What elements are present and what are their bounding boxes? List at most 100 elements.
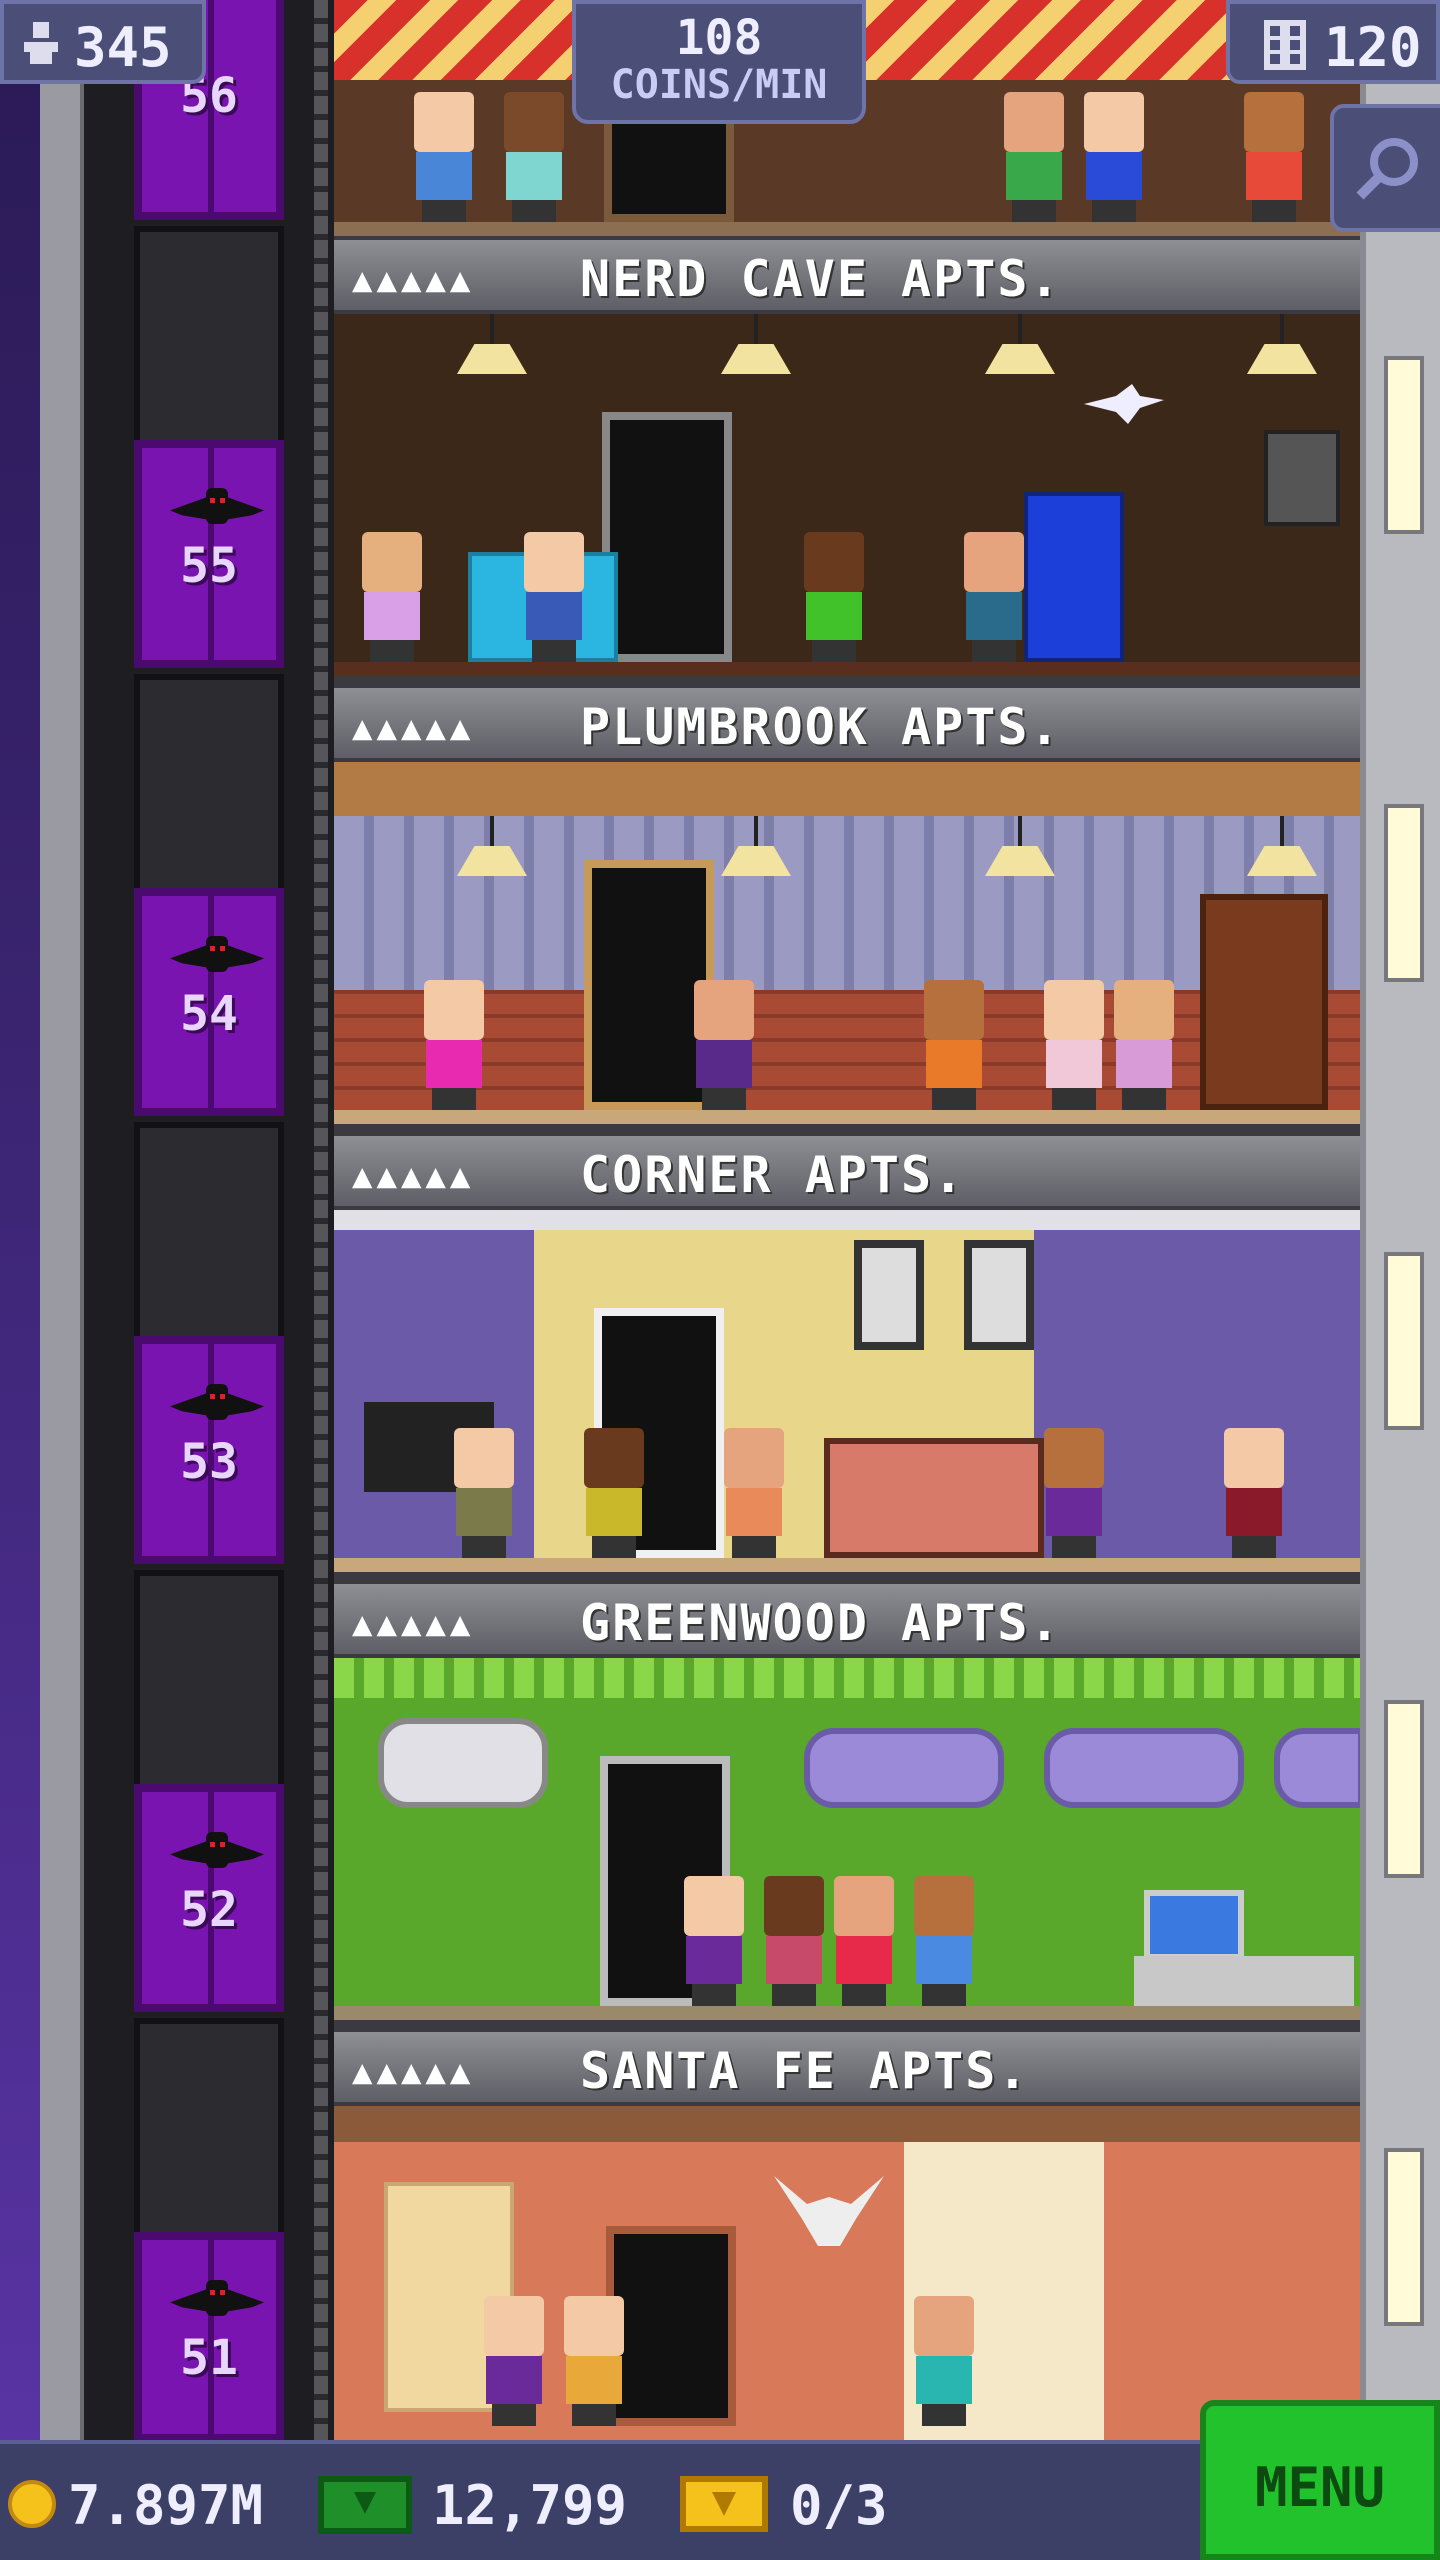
floor-name: CORNER APTS. [580, 1146, 966, 1204]
bat-icon [170, 488, 264, 532]
floor-nerd-cave[interactable]: ▲▲▲▲▲ NERD CAVE APTS. [334, 240, 1360, 688]
elevator-floor-number: 52 [180, 1882, 238, 1938]
bitizen[interactable] [444, 1428, 524, 1558]
bitizen[interactable] [904, 1876, 984, 2006]
elevator-car-54[interactable]: 54 [134, 888, 284, 1116]
tower-window [1384, 1252, 1424, 1430]
floor-plumbrook[interactable]: ▲▲▲▲▲ PLUMBROOK APTS. [334, 688, 1360, 1136]
space-background [0, 0, 40, 2560]
bitizen[interactable] [794, 532, 874, 662]
bitizen[interactable] [904, 2296, 984, 2426]
rating-stars: ▲▲▲▲▲ [352, 708, 475, 748]
bitizen[interactable] [1034, 1428, 1114, 1558]
bitizen[interactable] [1214, 1428, 1294, 1558]
bitizen[interactable] [824, 1876, 904, 2006]
floor-counter[interactable]: 120 [1226, 0, 1440, 84]
elevator-car-51[interactable]: 51 [134, 2232, 284, 2442]
floor-label: ▲▲▲▲▲ CORNER APTS. [334, 1136, 1360, 1210]
tower-window [1384, 2148, 1424, 2326]
population-counter[interactable]: 345 [0, 0, 206, 84]
tower-right-wall [1360, 0, 1440, 2440]
window-oval [804, 1728, 1004, 1808]
elevator-floor-number: 54 [180, 986, 238, 1042]
bitizen[interactable] [994, 92, 1074, 222]
ceiling-lamp-icon [457, 846, 527, 876]
bitizen[interactable] [404, 92, 484, 222]
floor-count-value: 120 [1324, 16, 1422, 79]
floor-name: GREENWOOD APTS. [580, 1594, 1062, 1652]
coin-icon [8, 2480, 56, 2528]
rating-stars: ▲▲▲▲▲ [352, 1156, 475, 1196]
bitizen[interactable] [474, 2296, 554, 2426]
elevator-floor-number: 53 [180, 1434, 238, 1490]
bitizen[interactable] [1034, 980, 1114, 1110]
bitizen[interactable] [494, 92, 574, 222]
bitizen[interactable] [954, 532, 1034, 662]
floor-label: ▲▲▲▲▲ SANTA FE APTS. [334, 2032, 1360, 2106]
floor-name: SANTA FE APTS. [580, 2042, 1030, 2100]
wall-art [964, 1240, 1034, 1350]
coins-per-min-display[interactable]: 108 COINS/MIN [572, 0, 866, 124]
desk [1134, 1956, 1354, 2006]
menu-button[interactable]: MENU [1200, 2400, 1440, 2560]
elevator-floor-number: 51 [180, 2330, 238, 2386]
floor-santa-fe[interactable]: ▲▲▲▲▲ SANTA FE APTS. [334, 2032, 1360, 2440]
building-icon [1264, 20, 1306, 70]
elevator-car-53[interactable]: 53 [134, 1336, 284, 1564]
wall-art [854, 1240, 924, 1350]
bitizen[interactable] [914, 980, 994, 1110]
search-button[interactable] [1330, 104, 1440, 232]
floor-corner[interactable]: ▲▲▲▲▲ CORNER APTS. [334, 1136, 1360, 1584]
tickets-value[interactable]: 0/3 [790, 2474, 888, 2537]
room-interior [334, 762, 1360, 1124]
rating-stars: ▲▲▲▲▲ [352, 1604, 475, 1644]
poster [1264, 430, 1340, 526]
bitizen[interactable] [754, 1876, 834, 2006]
skull-icon [774, 2176, 884, 2246]
bitizen[interactable] [352, 532, 432, 662]
tower-window [1384, 804, 1424, 982]
room-door [602, 412, 732, 662]
server-rack [1024, 492, 1124, 662]
bitizen[interactable] [414, 980, 494, 1110]
tower-bux-value[interactable]: 12,799 [432, 2474, 627, 2537]
tower-window [1384, 356, 1424, 534]
shaft-block [134, 1570, 284, 1790]
floor-label: ▲▲▲▲▲ PLUMBROOK APTS. [334, 688, 1360, 762]
bitizen[interactable] [554, 2296, 634, 2426]
bat-icon [170, 2280, 264, 2324]
rating-stars: ▲▲▲▲▲ [352, 260, 475, 300]
bitizen[interactable] [684, 980, 764, 1110]
tower-floors: ▲▲▲▲▲ NERD CAVE APTS. ▲▲▲▲▲ PLUMBROOK AP… [334, 0, 1360, 2440]
shaft-block [134, 674, 284, 894]
population-value: 345 [74, 16, 172, 79]
tower-left-wall [40, 0, 84, 2440]
ceiling-lamp-icon [1247, 846, 1317, 876]
rating-stars: ▲▲▲▲▲ [352, 2052, 475, 2092]
elevator-car-52[interactable]: 52 [134, 1784, 284, 2012]
bitizen[interactable] [1074, 92, 1154, 222]
bitizen[interactable] [1234, 92, 1314, 222]
bookshelf [1200, 894, 1328, 1110]
floor-label: ▲▲▲▲▲ GREENWOOD APTS. [334, 1584, 1360, 1658]
shaft-block [134, 2018, 284, 2238]
coins-value[interactable]: 7.897M [68, 2474, 263, 2537]
floor-label: ▲▲▲▲▲ NERD CAVE APTS. [334, 240, 1360, 314]
bitizen[interactable] [574, 1428, 654, 1558]
elevator-car-55[interactable]: 55 [134, 440, 284, 668]
floor-greenwood[interactable]: ▲▲▲▲▲ GREENWOOD APTS. [334, 1584, 1360, 2032]
coins-per-min-label: COINS/MIN [610, 62, 828, 108]
bitizen[interactable] [1104, 980, 1184, 1110]
bitizen[interactable] [514, 532, 594, 662]
mirror [378, 1718, 548, 1808]
ceiling-lamp-icon [721, 344, 791, 374]
bat-icon [170, 1832, 264, 1876]
ceiling-lamp-icon [1247, 344, 1317, 374]
bitizen[interactable] [714, 1428, 794, 1558]
shaft-block [134, 1122, 284, 1342]
elevator-shaft[interactable]: 56 55 54 53 52 51 [84, 0, 334, 2442]
ceiling-lamp-icon [457, 344, 527, 374]
room-interior [334, 1210, 1360, 1572]
bitizen[interactable] [674, 1876, 754, 2006]
ceiling-lamp-icon [985, 846, 1055, 876]
